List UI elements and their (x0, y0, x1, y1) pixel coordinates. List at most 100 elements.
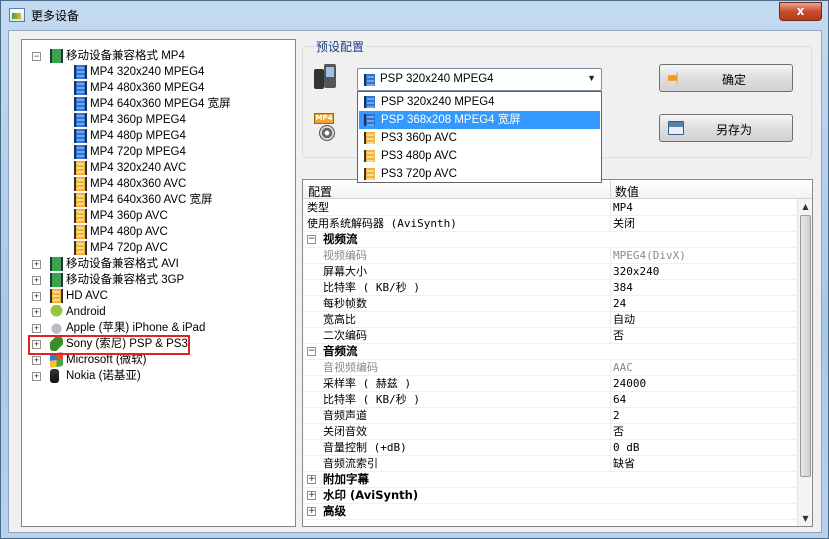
tree-item-label: MP4 480p MPEG4 (90, 130, 186, 142)
preset-option[interactable]: PSP 320x240 MPEG4 (359, 93, 600, 111)
tree-item-label: 移动设备兼容格式 3GP (66, 274, 185, 286)
expand-icon[interactable]: + (32, 292, 41, 301)
grid-property-value[interactable]: 320x240 (613, 264, 659, 279)
grid-property-row[interactable]: 音视频编码 AAC (303, 360, 797, 376)
grid-property-name: 比特率 ( KB/秒 ) (323, 393, 420, 406)
tree-item-label: MP4 640x360 AVC 宽屏 (90, 194, 213, 206)
scroll-thumb[interactable] (800, 215, 811, 477)
scroll-up-icon[interactable]: ▲ (798, 199, 812, 214)
grid-property-row[interactable]: 视频编码 MPEG4(DivX) (303, 248, 797, 264)
preset-select[interactable]: PSP 320x240 MPEG4 ▼ (357, 68, 602, 91)
ok-button-label: 确定 (721, 73, 746, 87)
app-icon (9, 8, 25, 22)
title-bar[interactable]: 更多设备 x (1, 1, 828, 31)
film-orange-icon (74, 177, 87, 191)
expand-icon[interactable]: + (32, 324, 41, 333)
grid-scrollbar[interactable]: ▲ ▼ (797, 199, 812, 526)
grid-property-row[interactable]: 使用系统解码器 (AviSynth) 关闭 (303, 216, 797, 232)
grid-property-value[interactable]: 24000 (613, 376, 646, 391)
grid-property-row[interactable]: 比特率 ( KB/秒 ) 384 (303, 280, 797, 296)
grid-property-row[interactable]: 类型 MP4 (303, 200, 797, 216)
grid-header-name[interactable]: 配置 (308, 183, 332, 200)
preset-option-label: PS3 720p AVC (381, 168, 457, 180)
grid-property-name: 类型 (307, 201, 329, 214)
scroll-down-icon[interactable]: ▼ (798, 511, 812, 526)
grid-property-value[interactable]: AAC (613, 360, 633, 375)
grid-property-row[interactable]: 比特率 ( KB/秒 ) 64 (303, 392, 797, 408)
expand-icon[interactable]: + (32, 260, 41, 269)
expand-icon[interactable]: + (32, 372, 41, 381)
grid-property-name: 高级 (323, 504, 346, 518)
expand-icon[interactable]: + (307, 507, 316, 516)
preset-option[interactable]: PS3 480p AVC (359, 147, 600, 165)
grid-category-row[interactable]: − 音频流 (303, 344, 797, 360)
grid-property-row[interactable]: 宽高比 自动 (303, 312, 797, 328)
grid-property-value[interactable]: 0 dB (613, 440, 640, 455)
grid-category-row[interactable]: + 附加字幕 (303, 472, 797, 488)
grid-property-name: 视频流 (323, 232, 358, 246)
expand-icon[interactable]: + (32, 356, 41, 365)
grid-property-value[interactable]: 否 (613, 328, 624, 343)
grid-property-value[interactable]: 关闭 (613, 216, 635, 231)
grid-property-value[interactable]: 缺省 (613, 456, 635, 471)
grid-property-row[interactable]: 音频声道 2 (303, 408, 797, 424)
grid-property-name: 采样率 ( 赫兹 ) (323, 377, 412, 390)
grid-property-row[interactable]: 屏幕大小 320x240 (303, 264, 797, 280)
collapse-icon[interactable]: − (307, 235, 316, 244)
grid-property-value[interactable]: 2 (613, 408, 620, 423)
expand-icon[interactable]: + (307, 491, 316, 500)
tree-item-label: MP4 640x360 MPEG4 宽屏 (90, 98, 231, 110)
grid-property-row[interactable]: 音频流索引 缺省 (303, 456, 797, 472)
collapse-icon[interactable]: − (307, 347, 316, 356)
film-reel-icon (319, 125, 335, 141)
grid-category-row[interactable]: − 视频流 (303, 232, 797, 248)
grid-property-name: 二次编码 (323, 329, 367, 342)
device-tree[interactable]: − 移动设备兼容格式 MP4 MP4 320x240 MPEG4 MP4 480x36… (21, 39, 296, 527)
expand-icon[interactable]: + (32, 308, 41, 317)
close-button[interactable]: x (779, 2, 822, 21)
property-grid[interactable]: 配置 数值 类型 MP4 使用系统解码器 (AviSynth) 关闭 − 视频流 视频编码 M… (302, 179, 813, 527)
film-orange-icon (74, 225, 87, 239)
grid-property-row[interactable]: 音量控制 (+dB) 0 dB (303, 440, 797, 456)
dialog-client: − 移动设备兼容格式 MP4 MP4 320x240 MPEG4 MP4 480x36… (8, 30, 822, 533)
grid-property-row[interactable]: 关闭音效 否 (303, 424, 797, 440)
grid-property-value[interactable]: 自动 (613, 312, 635, 327)
collapse-icon[interactable]: − (32, 52, 41, 61)
grid-property-value[interactable]: 24 (613, 296, 626, 311)
expand-icon[interactable]: + (307, 475, 316, 484)
grid-property-row[interactable]: 每秒帧数 24 (303, 296, 797, 312)
preset-selected-value: PSP 320x240 MPEG4 (380, 73, 494, 85)
film-orange-icon (74, 193, 87, 207)
grid-property-name: 比特率 ( KB/秒 ) (323, 281, 420, 294)
grid-header-value[interactable]: 数值 (615, 183, 639, 200)
film-orange-icon (74, 241, 87, 255)
preset-option[interactable]: PSP 368x208 MPEG4 宽屏 (359, 111, 600, 129)
grid-category-row[interactable]: + 高级 (303, 504, 797, 520)
grid-property-value[interactable]: MPEG4(DivX) (613, 248, 686, 263)
grid-property-value[interactable]: 64 (613, 392, 626, 407)
preset-option[interactable]: PS3 360p AVC (359, 129, 600, 147)
grid-property-value[interactable]: 否 (613, 424, 624, 439)
grid-property-value[interactable]: MP4 (613, 200, 633, 215)
tree-item-label: MP4 320x240 MPEG4 (90, 66, 205, 78)
expand-icon[interactable]: + (32, 276, 41, 285)
tree-item-label: MP4 480p AVC (90, 226, 168, 238)
grid-category-row[interactable]: + 水印 (AviSynth) (303, 488, 797, 504)
nokia-phone-icon (50, 369, 59, 383)
chevron-down-icon[interactable]: ▼ (587, 73, 596, 83)
preset-option-label: PS3 480p AVC (381, 150, 457, 162)
grid-property-row[interactable]: 二次编码 否 (303, 328, 797, 344)
preset-option[interactable]: PS3 720p AVC (359, 165, 600, 183)
grid-property-row[interactable]: 采样率 ( 赫兹 ) 24000 (303, 376, 797, 392)
devices-icon (312, 63, 342, 93)
ok-button[interactable]: 确定 (659, 64, 793, 92)
tree-item-label: MP4 480x360 AVC (90, 178, 187, 190)
grid-property-value[interactable]: 384 (613, 280, 633, 295)
window-title: 更多设备 (31, 9, 80, 23)
film-orange-icon (74, 209, 87, 223)
grid-property-name: 屏幕大小 (323, 265, 367, 278)
film-orange-icon (364, 132, 375, 144)
save-as-button[interactable]: 另存为 (659, 114, 793, 142)
preset-dropdown-list[interactable]: PSP 320x240 MPEG4 PSP 368x208 MPEG4 宽屏 PS3… (357, 91, 602, 183)
tree-item-label: Apple (苹果) iPhone & iPad (66, 322, 206, 334)
